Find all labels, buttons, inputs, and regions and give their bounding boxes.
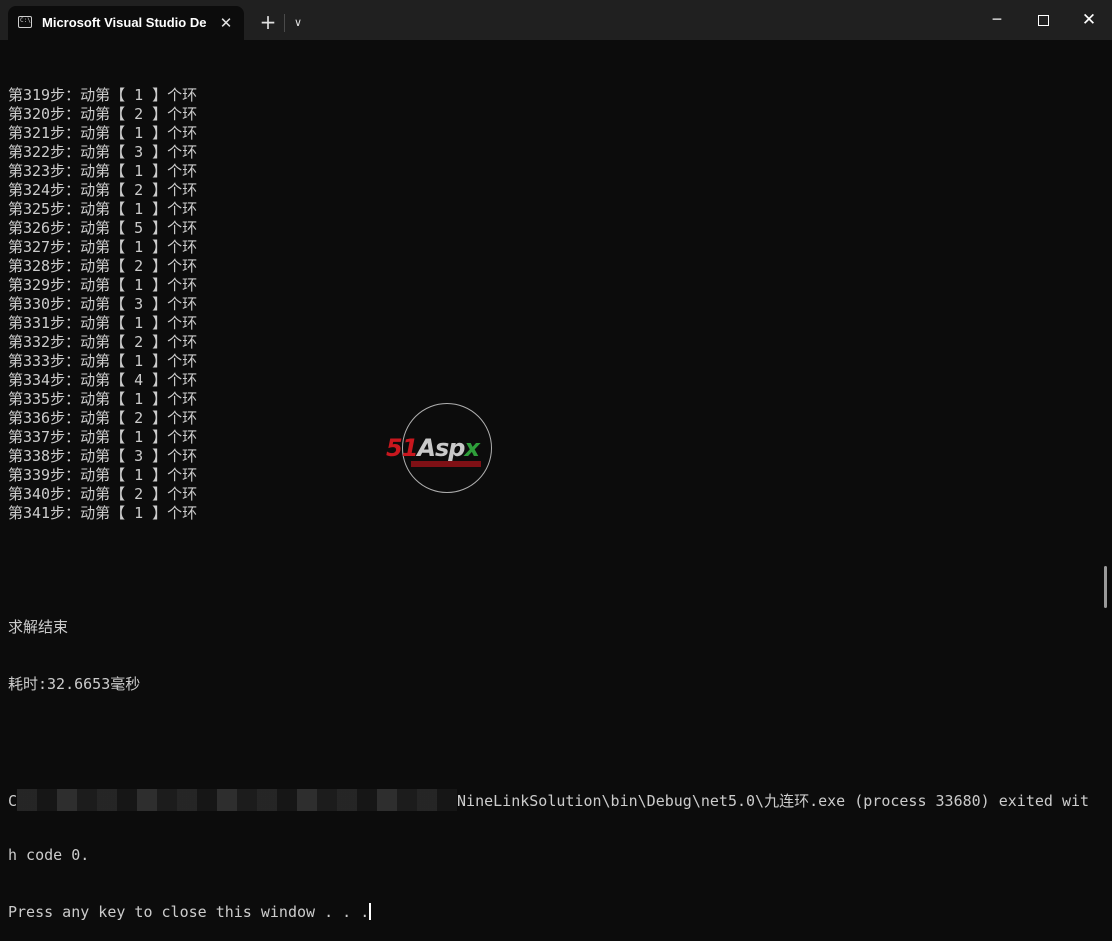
step-action: 动第【 2 】个环 bbox=[80, 333, 198, 351]
step-label: 第337步： bbox=[8, 428, 81, 446]
step-action: 动第【 1 】个环 bbox=[80, 86, 198, 104]
title-bar: C:\ Microsoft Visual Studio Debug Consol… bbox=[0, 0, 1112, 40]
step-line: 第339步：动第【 1 】个环 bbox=[8, 466, 1098, 485]
step-action: 动第【 3 】个环 bbox=[80, 143, 198, 161]
close-prompt-line: Press any key to close this window . . . bbox=[8, 903, 1098, 922]
step-label: 第336步： bbox=[8, 409, 81, 427]
step-action: 动第【 1 】个环 bbox=[80, 238, 198, 256]
step-label: 第338步： bbox=[8, 447, 81, 465]
step-line: 第335步：动第【 1 】个环 bbox=[8, 390, 1098, 409]
step-action: 动第【 2 】个环 bbox=[80, 409, 198, 427]
step-action: 动第【 1 】个环 bbox=[80, 276, 198, 294]
text-cursor bbox=[369, 903, 372, 920]
step-action: 动第【 1 】个环 bbox=[80, 162, 198, 180]
redacted-path bbox=[17, 789, 458, 811]
step-action: 动第【 3 】个环 bbox=[80, 295, 198, 313]
step-label: 第333步： bbox=[8, 352, 81, 370]
step-action: 动第【 2 】个环 bbox=[80, 181, 198, 199]
step-label: 第331步： bbox=[8, 314, 81, 332]
tab-title: Microsoft Visual Studio Debug Console bbox=[42, 15, 207, 30]
exit-message: C NineLinkSolution\bin\Debug\net5.0\九连环.e… bbox=[8, 789, 1098, 811]
step-line: 第323步：动第【 1 】个环 bbox=[8, 162, 1098, 181]
exit-message-continued: h code 0. bbox=[8, 846, 90, 864]
console-output[interactable]: 第319步：动第【 1 】个环 第320步：动第【 2 】个环 第321步：动第【 … bbox=[8, 48, 1098, 941]
step-line: 第341步：动第【 1 】个环 bbox=[8, 504, 1098, 523]
scrollbar[interactable] bbox=[1104, 566, 1107, 608]
step-label: 第328步： bbox=[8, 257, 81, 275]
watermark-text: 51Aspx bbox=[386, 434, 480, 462]
step-action: 动第【 1 】个环 bbox=[80, 390, 198, 408]
step-label: 第329步： bbox=[8, 276, 81, 294]
maximize-icon bbox=[1038, 15, 1049, 26]
step-line: 第338步：动第【 3 】个环 bbox=[8, 447, 1098, 466]
step-line: 第328步：动第【 2 】个环 bbox=[8, 257, 1098, 276]
new-tab-button[interactable]: + bbox=[256, 10, 280, 34]
step-line: 第324步：动第【 2 】个环 bbox=[8, 181, 1098, 200]
step-label: 第341步： bbox=[8, 504, 81, 522]
step-label: 第327步： bbox=[8, 238, 81, 256]
exit-line: NineLinkSolution\bin\Debug\net5.0\九连环.ex… bbox=[457, 792, 1090, 810]
step-action: 动第【 2 】个环 bbox=[80, 105, 198, 123]
step-label: 第334步： bbox=[8, 371, 81, 389]
step-action: 动第【 1 】个环 bbox=[80, 352, 198, 370]
step-action: 动第【 1 】个环 bbox=[80, 428, 198, 446]
step-action: 动第【 1 】个环 bbox=[80, 466, 198, 484]
step-action: 动第【 1 】个环 bbox=[80, 504, 198, 522]
step-label: 第324步： bbox=[8, 181, 81, 199]
step-label: 第319步： bbox=[8, 86, 81, 104]
console-tab[interactable]: C:\ Microsoft Visual Studio Debug Consol… bbox=[8, 6, 244, 40]
step-line: 第322步：动第【 3 】个环 bbox=[8, 143, 1098, 162]
minimize-button[interactable]: ─ bbox=[974, 0, 1020, 40]
step-action: 动第【 1 】个环 bbox=[80, 314, 198, 332]
step-action: 动第【 5 】个环 bbox=[80, 219, 198, 237]
step-line: 第319步：动第【 1 】个环 bbox=[8, 86, 1098, 105]
step-label: 第335步： bbox=[8, 390, 81, 408]
step-line: 第332步：动第【 2 】个环 bbox=[8, 333, 1098, 352]
step-label: 第332步： bbox=[8, 333, 81, 351]
step-line: 第336步：动第【 2 】个环 bbox=[8, 409, 1098, 428]
step-line: 第326步：动第【 5 】个环 bbox=[8, 219, 1098, 238]
result-title: 求解结束 bbox=[8, 618, 69, 636]
tab-dropdown-button[interactable]: ∨ bbox=[288, 10, 308, 34]
close-window-button[interactable]: ✕ bbox=[1066, 0, 1112, 40]
step-action: 动第【 3 】个环 bbox=[80, 447, 198, 465]
step-label: 第322步： bbox=[8, 143, 81, 161]
step-action: 动第【 1 】个环 bbox=[80, 200, 198, 218]
step-line: 第320步：动第【 2 】个环 bbox=[8, 105, 1098, 124]
step-action: 动第【 1 】个环 bbox=[80, 124, 198, 142]
step-line: 第330步：动第【 3 】个环 bbox=[8, 295, 1098, 314]
step-label: 第326步： bbox=[8, 219, 81, 237]
step-label: 第339步： bbox=[8, 466, 81, 484]
step-action: 动第【 2 】个环 bbox=[80, 485, 198, 503]
step-line: 第325步：动第【 1 】个环 bbox=[8, 200, 1098, 219]
step-label: 第323步： bbox=[8, 162, 81, 180]
step-line: 第334步：动第【 4 】个环 bbox=[8, 371, 1098, 390]
step-label: 第325步： bbox=[8, 200, 81, 218]
step-label: 第321步： bbox=[8, 124, 81, 142]
step-label: 第330步： bbox=[8, 295, 81, 313]
terminal-icon: C:\ bbox=[18, 16, 32, 28]
tab-separator bbox=[284, 14, 285, 32]
step-line: 第333步：动第【 1 】个环 bbox=[8, 352, 1098, 371]
step-line: 第331步：动第【 1 】个环 bbox=[8, 314, 1098, 333]
exit-prefix: C bbox=[8, 792, 18, 810]
step-label: 第320步： bbox=[8, 105, 81, 123]
watermark-logo: 51Aspx bbox=[385, 402, 515, 494]
watermark-subtitle bbox=[411, 461, 481, 467]
step-label: 第340步： bbox=[8, 485, 81, 503]
maximize-button[interactable] bbox=[1020, 0, 1066, 40]
step-line: 第329步：动第【 1 】个环 bbox=[8, 276, 1098, 295]
step-action: 动第【 4 】个环 bbox=[80, 371, 198, 389]
close-prompt: Press any key to close this window . . . bbox=[8, 903, 370, 921]
step-line: 第340步：动第【 2 】个环 bbox=[8, 485, 1098, 504]
step-action: 动第【 2 】个环 bbox=[80, 257, 198, 275]
close-tab-icon[interactable]: ✕ bbox=[216, 13, 236, 33]
step-line: 第327步：动第【 1 】个环 bbox=[8, 238, 1098, 257]
step-line: 第337步：动第【 1 】个环 bbox=[8, 428, 1098, 447]
elapsed-time: 耗时:32.6653毫秒 bbox=[8, 675, 141, 693]
step-line: 第321步：动第【 1 】个环 bbox=[8, 124, 1098, 143]
step-list: 第319步：动第【 1 】个环 第320步：动第【 2 】个环 第321步：动第【 … bbox=[8, 86, 1098, 523]
